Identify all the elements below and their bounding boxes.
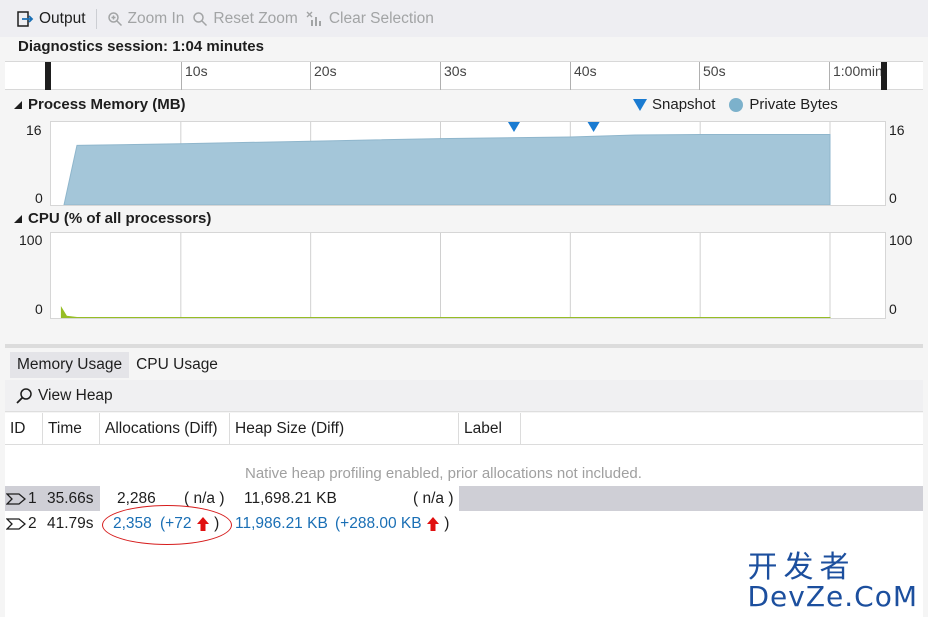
ruler-tick bbox=[829, 62, 830, 90]
column-header-heap-size[interactable]: Heap Size (Diff) bbox=[230, 413, 459, 445]
cpu-graph-title[interactable]: CPU (% of all processors) bbox=[13, 210, 211, 227]
memory-y-max-left: 16 bbox=[26, 122, 42, 138]
memory-chart bbox=[63, 122, 831, 205]
graphs-panel: Process Memory (MB) Snapshot Private Byt… bbox=[5, 92, 923, 344]
ruler-tick-label: 20s bbox=[314, 63, 337, 79]
clear-selection-icon bbox=[306, 11, 321, 26]
timeline-end-handle[interactable] bbox=[881, 62, 887, 90]
snapshot-row-icon bbox=[6, 518, 26, 530]
increase-arrow-icon bbox=[426, 516, 439, 531]
cpu-plot[interactable] bbox=[50, 232, 886, 319]
zoom-in-icon bbox=[107, 11, 122, 26]
ruler-tick-label: 1:00min bbox=[833, 63, 883, 79]
view-heap-button[interactable]: View Heap bbox=[38, 387, 113, 405]
cpu-graph-title-text: CPU (% of all processors) bbox=[28, 210, 212, 227]
heap-diff-value: (+288.00 KB bbox=[335, 515, 422, 532]
reset-zoom-button[interactable]: Reset Zoom bbox=[188, 6, 301, 32]
row-id: 2 bbox=[28, 515, 37, 532]
legend-snapshot-label: Snapshot bbox=[652, 96, 716, 113]
panel-splitter[interactable] bbox=[5, 344, 923, 348]
memory-y-min-left: 0 bbox=[35, 190, 43, 206]
ruler-tick-label: 40s bbox=[574, 63, 597, 79]
cpu-y-min-right: 0 bbox=[889, 301, 897, 317]
zoom-in-button[interactable]: Zoom In bbox=[103, 6, 189, 32]
toolbar-separator bbox=[95, 8, 97, 29]
memory-plot[interactable] bbox=[50, 121, 886, 206]
column-header-label[interactable]: Label bbox=[459, 413, 521, 445]
ruler-tick bbox=[440, 62, 441, 90]
zoom-in-label: Zoom In bbox=[127, 9, 185, 27]
output-button[interactable]: Output bbox=[12, 6, 90, 32]
private-bytes-legend-icon bbox=[729, 97, 744, 112]
column-header-time[interactable]: Time bbox=[43, 413, 100, 445]
snapshot-row-icon bbox=[6, 493, 26, 505]
row-id: 1 bbox=[28, 490, 37, 507]
legend-private-bytes-label: Private Bytes bbox=[749, 96, 838, 113]
row-time: 35.66s bbox=[47, 490, 94, 507]
snapshot-marker bbox=[507, 122, 520, 132]
ruler-tick bbox=[570, 62, 571, 90]
output-icon bbox=[17, 10, 34, 27]
output-label: Output bbox=[39, 9, 86, 27]
highlight-annotation bbox=[102, 505, 232, 545]
tab-cpu-usage[interactable]: CPU Usage bbox=[129, 352, 225, 378]
heap-diff-close: ) bbox=[444, 515, 450, 532]
timeline-start-handle[interactable] bbox=[45, 62, 51, 90]
memory-usage-toolbar: View Heap bbox=[5, 380, 923, 412]
search-icon bbox=[16, 387, 32, 404]
tab-memory-usage[interactable]: Memory Usage bbox=[10, 352, 130, 378]
row-time: 41.79s bbox=[47, 515, 94, 532]
diagnostics-toolbar: Output Zoom In Reset Zoom Clear Selectio… bbox=[0, 0, 928, 37]
reset-zoom-label: Reset Zoom bbox=[213, 9, 298, 27]
snapshot-marker bbox=[587, 122, 600, 132]
clear-selection-label: Clear Selection bbox=[328, 9, 434, 27]
column-header-id[interactable]: ID bbox=[5, 413, 43, 445]
ruler-tick-label: 10s bbox=[185, 63, 208, 79]
ruler-tick-label: 50s bbox=[703, 63, 726, 79]
series-area bbox=[63, 133, 831, 205]
watermark-line1: 开发者 bbox=[747, 550, 856, 585]
ruler-tick bbox=[310, 62, 311, 90]
reset-zoom-icon bbox=[193, 11, 208, 26]
cpu-y-max-left: 100 bbox=[19, 232, 43, 248]
collapse-triangle-icon bbox=[14, 214, 22, 223]
ruler-tick bbox=[181, 62, 182, 90]
snapshot-legend-icon bbox=[633, 98, 647, 111]
heap-size-link[interactable]: 11,986.21 KB bbox=[235, 511, 328, 536]
clear-selection-button[interactable]: Clear Selection bbox=[302, 6, 438, 32]
table-header: ID Time Allocations (Diff) Heap Size (Di… bbox=[5, 413, 923, 445]
memory-graph-title-text: Process Memory (MB) bbox=[28, 96, 186, 113]
watermark-logo: 开发者 DevZe.CoM bbox=[747, 553, 918, 611]
heap-diff-link[interactable]: (+288.00 KB ) bbox=[335, 511, 449, 536]
column-header-allocations[interactable]: Allocations (Diff) bbox=[100, 413, 230, 445]
cpu-chart bbox=[60, 233, 831, 318]
cpu-y-min-left: 0 bbox=[35, 301, 43, 317]
ruler-tick bbox=[699, 62, 700, 90]
memory-y-min-right: 0 bbox=[889, 190, 897, 206]
timeline-ruler[interactable]: 10s 20s 30s 40s 50s 1:00min bbox=[5, 61, 923, 90]
row-heap-diff: ( n/a ) bbox=[413, 490, 454, 507]
row-heap-size: 11,698.21 KB bbox=[244, 490, 337, 507]
cpu-y-max-right: 100 bbox=[889, 232, 913, 248]
collapse-triangle-icon bbox=[14, 100, 22, 109]
memory-legend: Snapshot Private Bytes bbox=[633, 96, 838, 113]
session-duration-label: Diagnostics session: 1:04 minutes bbox=[18, 38, 264, 55]
memory-graph-title[interactable]: Process Memory (MB) bbox=[13, 96, 186, 113]
details-tabs: Memory Usage CPU Usage bbox=[10, 352, 225, 378]
native-heap-note: Native heap profiling enabled, prior all… bbox=[245, 465, 642, 482]
series-area bbox=[60, 306, 831, 318]
ruler-tick-label: 30s bbox=[444, 63, 467, 79]
watermark-line2: DevZe.CoM bbox=[747, 580, 918, 613]
memory-y-max-right: 16 bbox=[889, 122, 905, 138]
